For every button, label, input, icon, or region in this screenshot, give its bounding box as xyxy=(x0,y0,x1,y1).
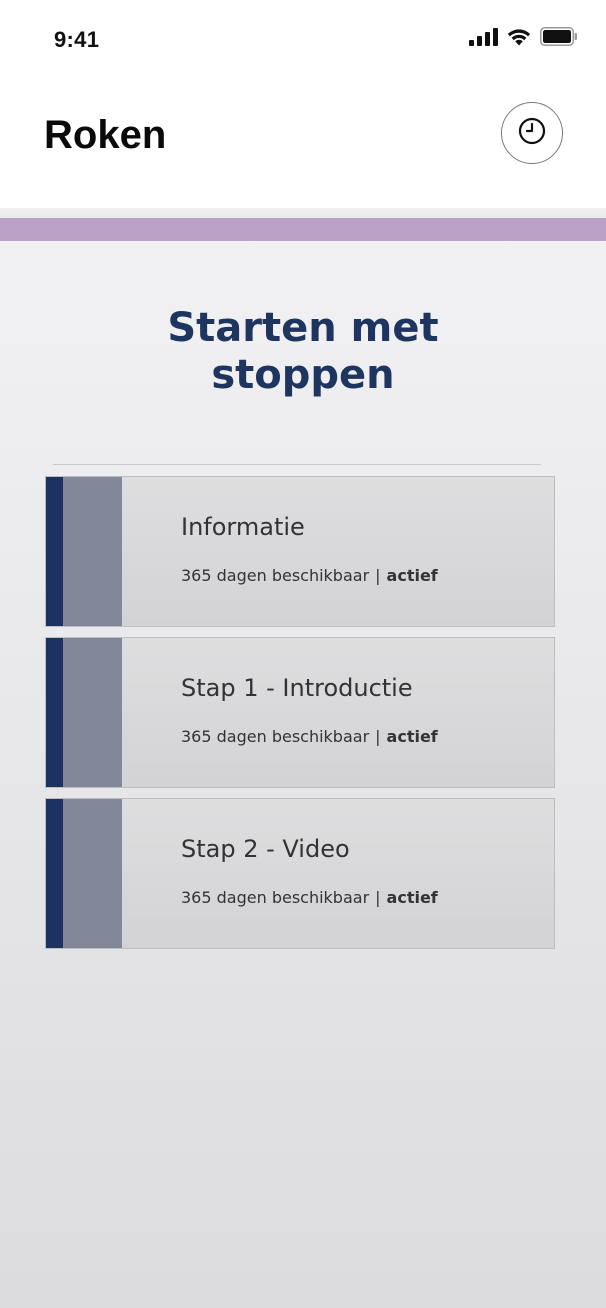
module-meta: 365 dagen beschikbaar | actief xyxy=(181,727,438,746)
section-title-line1: Starten met xyxy=(167,305,439,351)
module-status: actief xyxy=(386,566,438,585)
module-thumbnail xyxy=(63,477,122,626)
module-thumbnail xyxy=(63,638,122,787)
module-status: actief xyxy=(386,888,438,907)
module-meta: 365 dagen beschikbaar | actief xyxy=(181,888,438,907)
divider xyxy=(53,464,541,465)
cellular-signal-icon xyxy=(469,27,498,50)
module-title: Informatie xyxy=(181,513,305,541)
module-separator: | xyxy=(375,727,381,746)
module-availability: 365 dagen beschikbaar xyxy=(181,566,370,585)
module-status: actief xyxy=(386,727,438,746)
accent-bar xyxy=(0,218,606,241)
module-card-stap-1[interactable]: Stap 1 - Introductie 365 dagen beschikba… xyxy=(45,637,555,788)
section-title: Starten met stoppen xyxy=(0,305,606,399)
app-screen: 9:41 Roken Starten met stoppen Informati… xyxy=(0,0,606,1308)
module-availability: 365 dagen beschikbaar xyxy=(181,727,370,746)
module-card-stap-2[interactable]: Stap 2 - Video 365 dagen beschikbaar | act… xyxy=(45,798,555,949)
header-divider xyxy=(0,208,606,218)
module-list: Informatie 365 dagen beschikbaar | actief … xyxy=(45,476,555,959)
module-card-informatie[interactable]: Informatie 365 dagen beschikbaar | actief xyxy=(45,476,555,627)
module-separator: | xyxy=(375,566,381,585)
page-title: Roken xyxy=(44,113,167,157)
module-separator: | xyxy=(375,888,381,907)
module-title: Stap 2 - Video xyxy=(181,835,350,863)
module-availability: 365 dagen beschikbaar xyxy=(181,888,370,907)
module-title: Stap 1 - Introductie xyxy=(181,674,413,702)
module-accent-stripe xyxy=(46,638,63,787)
module-accent-stripe xyxy=(46,799,63,948)
module-thumbnail xyxy=(63,799,122,948)
battery-icon xyxy=(540,27,578,50)
section-title-line2: stoppen xyxy=(211,352,395,398)
clock-icon xyxy=(517,116,547,150)
module-meta: 365 dagen beschikbaar | actief xyxy=(181,566,438,585)
status-icons xyxy=(469,27,578,50)
status-bar: 9:41 xyxy=(0,0,606,70)
history-button[interactable] xyxy=(501,102,563,164)
status-time: 9:41 xyxy=(54,27,100,52)
module-accent-stripe xyxy=(46,477,63,626)
header: Roken xyxy=(0,70,606,208)
wifi-icon xyxy=(506,27,532,50)
